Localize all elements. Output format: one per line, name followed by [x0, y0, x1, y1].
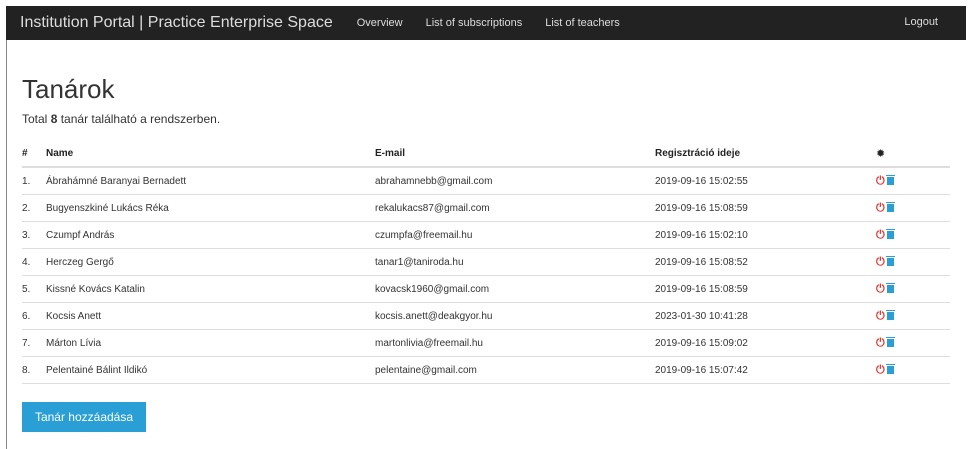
row-email: tanar1@taniroda.hu — [375, 248, 655, 276]
table-row: 5. Kissné Kovács Katalin kovacsk1960@gmail… — [22, 275, 950, 303]
teachers-table: # Name E-mail Regisztráció ideje ✹ 1. Ábr… — [22, 140, 950, 384]
header-date: Regisztráció ideje — [655, 140, 876, 168]
nav-teachers[interactable]: List of teachers — [545, 17, 620, 29]
trash-icon[interactable] — [886, 309, 895, 320]
row-email: martonlivia@freemail.hu — [375, 329, 655, 357]
row-date: 2019-09-16 15:09:02 — [655, 329, 876, 357]
summary-suffix: tanár található a rendszerben. — [57, 112, 221, 126]
power-icon[interactable]: ⏻ — [876, 202, 886, 215]
row-actions: ⏻ — [876, 167, 950, 195]
row-date: 2019-09-16 15:08:52 — [655, 248, 876, 276]
power-icon[interactable]: ⏻ — [876, 364, 886, 377]
table-row: 3. Czumpf András czumpfa@freemail.hu 2019-0… — [22, 221, 950, 249]
page-title: Tanárok — [22, 74, 115, 104]
logout-link[interactable]: Logout — [904, 16, 938, 28]
row-number: 2. — [22, 194, 46, 222]
row-actions: ⏻ — [876, 302, 950, 330]
trash-icon[interactable] — [886, 363, 895, 374]
header-actions: ✹ — [876, 140, 950, 168]
trash-icon[interactable] — [886, 228, 895, 239]
power-icon[interactable]: ⏻ — [876, 337, 886, 350]
row-date: 2019-09-16 15:02:10 — [655, 221, 876, 249]
row-name: Ábrahámné Baranyai Bernadett — [46, 167, 375, 195]
nav-overview[interactable]: Overview — [357, 17, 403, 29]
header-email: E-mail — [375, 140, 655, 168]
table-row: 4. Herczeg Gergő tanar1@taniroda.hu 2019-09… — [22, 248, 950, 276]
row-name: Bugyenszkiné Lukács Réka — [46, 194, 375, 222]
trash-icon[interactable] — [886, 336, 895, 347]
table-row: 8. Pelentainé Bálint Ildikó pelentaine@gma… — [22, 356, 950, 384]
row-number: 1. — [22, 167, 46, 195]
table-row: 7. Márton Lívia martonlivia@freemail.hu 201… — [22, 329, 950, 357]
row-number: 6. — [22, 302, 46, 330]
row-number: 8. — [22, 356, 46, 384]
row-name: Herczeg Gergő — [46, 248, 375, 276]
row-name: Márton Lívia — [46, 329, 375, 357]
row-date: 2019-09-16 15:08:59 — [655, 275, 876, 303]
brand-title[interactable]: Institution Portal | Practice Enterprise… — [20, 14, 333, 32]
teacher-count-summary: Total 8 tanár található a rendszerben. — [22, 112, 950, 126]
row-date: 2019-09-16 15:08:59 — [655, 194, 876, 222]
header-num: # — [22, 140, 46, 168]
row-name: Kocsis Anett — [46, 302, 375, 330]
table-row: 2. Bugyenszkiné Lukács Réka rekalukacs87@g… — [22, 194, 950, 222]
row-email: kocsis.anett@deakgyor.hu — [375, 302, 655, 330]
power-icon[interactable]: ⏻ — [876, 229, 886, 242]
row-date: 2019-09-16 15:07:42 — [655, 356, 876, 384]
main-content: Tanárok Total 8 tanár található a rendsz… — [22, 74, 950, 384]
row-number: 3. — [22, 221, 46, 249]
row-email: rekalukacs87@gmail.com — [375, 194, 655, 222]
row-name: Czumpf András — [46, 221, 375, 249]
gear-icon: ✹ — [876, 147, 886, 160]
top-navbar: Institution Portal | Practice Enterprise… — [6, 6, 966, 40]
row-actions: ⏻ — [876, 356, 950, 384]
row-date: 2019-09-16 15:02:55 — [655, 167, 876, 195]
row-number: 7. — [22, 329, 46, 357]
table-row: 6. Kocsis Anett kocsis.anett@deakgyor.hu 20… — [22, 302, 950, 330]
table-header-row: # Name E-mail Regisztráció ideje ✹ — [22, 140, 950, 168]
row-email: pelentaine@gmail.com — [375, 356, 655, 384]
row-actions: ⏻ — [876, 275, 950, 303]
power-icon[interactable]: ⏻ — [876, 256, 886, 269]
row-email: czumpfa@freemail.hu — [375, 221, 655, 249]
row-email: kovacsk1960@gmail.com — [375, 275, 655, 303]
power-icon[interactable]: ⏻ — [876, 175, 886, 188]
header-name: Name — [46, 140, 375, 168]
summary-prefix: Total — [22, 112, 51, 126]
row-name: Pelentainé Bálint Ildikó — [46, 356, 375, 384]
row-number: 4. — [22, 248, 46, 276]
trash-icon[interactable] — [886, 201, 895, 212]
trash-icon[interactable] — [886, 255, 895, 266]
power-icon[interactable]: ⏻ — [876, 310, 886, 323]
row-date: 2023-01-30 10:41:28 — [655, 302, 876, 330]
trash-icon[interactable] — [886, 282, 895, 293]
page-left-border — [6, 40, 7, 449]
row-email: abrahamnebb@gmail.com — [375, 167, 655, 195]
row-actions: ⏻ — [876, 248, 950, 276]
row-actions: ⏻ — [876, 329, 950, 357]
trash-icon[interactable] — [886, 174, 895, 185]
power-icon[interactable]: ⏻ — [876, 283, 886, 296]
row-number: 5. — [22, 275, 46, 303]
row-actions: ⏻ — [876, 194, 950, 222]
nav-subscriptions[interactable]: List of subscriptions — [426, 17, 523, 29]
row-name: Kissné Kovács Katalin — [46, 275, 375, 303]
row-actions: ⏻ — [876, 221, 950, 249]
add-teacher-button[interactable]: Tanár hozzáadása — [22, 402, 146, 432]
table-row: 1. Ábrahámné Baranyai Bernadett abrahamneb… — [22, 167, 950, 195]
